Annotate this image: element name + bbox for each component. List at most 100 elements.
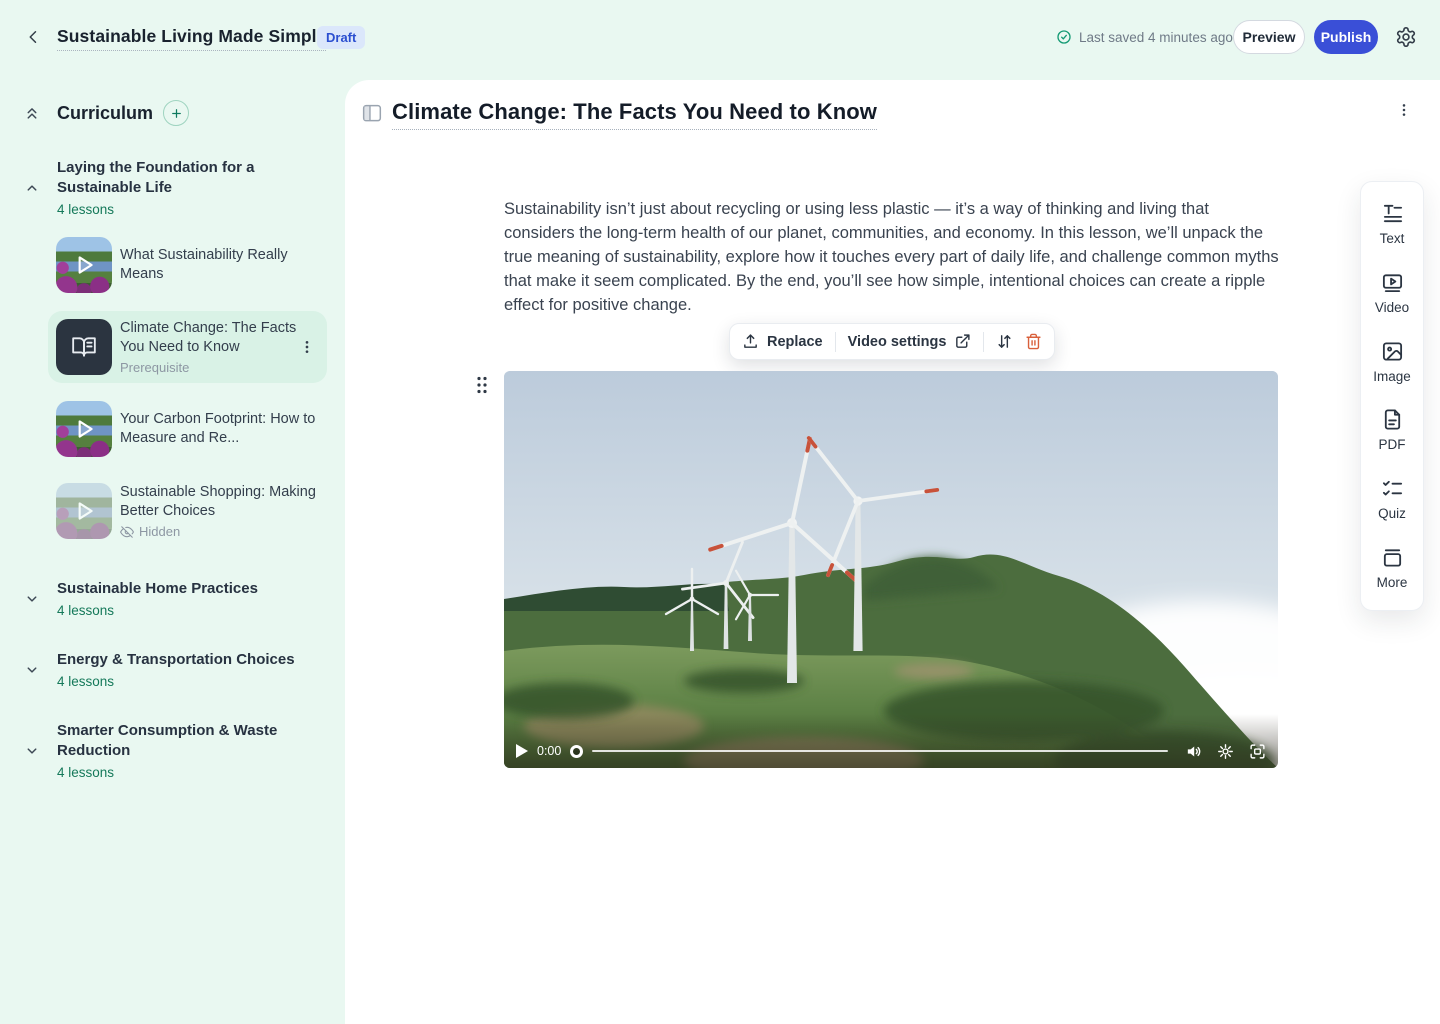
settings-gear-icon[interactable] (1395, 26, 1417, 48)
kebab-icon (299, 339, 315, 355)
preview-button[interactable]: Preview (1233, 20, 1305, 54)
hidden-text: Hidden (139, 524, 180, 539)
lesson-title: What Sustainability Really Means (120, 246, 319, 284)
text-block-icon (1381, 202, 1404, 225)
chevron-up-icon (23, 179, 41, 197)
play-icon (71, 498, 97, 524)
section-header-4[interactable]: Smarter Consumption & Waste Reduction 4 … (0, 721, 345, 780)
lesson-video-thumbnail (56, 401, 112, 457)
chevron-down-icon (23, 590, 41, 608)
insert-more-label: More (1377, 575, 1408, 590)
play-button[interactable] (516, 744, 528, 758)
play-icon (71, 252, 97, 278)
eye-off-icon (120, 525, 134, 539)
section-header-1[interactable]: Laying the Foundation for a Sustainable … (0, 158, 345, 217)
video-block-icon (1381, 271, 1404, 294)
image-block-icon (1381, 340, 1404, 363)
lesson-title: Climate Change: The Facts You Need to Kn… (120, 319, 299, 357)
check-circle-icon (1056, 29, 1072, 45)
lesson-intro-paragraph[interactable]: Sustainability isn’t just about recyclin… (504, 197, 1280, 317)
player-settings-icon[interactable] (1217, 743, 1234, 760)
insert-image-button[interactable]: Image (1361, 340, 1423, 384)
insert-quiz-button[interactable]: Quiz (1361, 477, 1423, 521)
lesson-title: Your Carbon Footprint: How to Measure an… (120, 410, 319, 448)
last-saved-text: Last saved 4 minutes ago (1079, 30, 1233, 45)
lesson-list: What Sustainability Really Means Climate… (0, 229, 345, 547)
publish-button[interactable]: Publish (1314, 20, 1378, 54)
quiz-checklist-icon (1381, 477, 1404, 500)
course-title[interactable]: Sustainable Living Made Simple (57, 26, 326, 51)
toggle-sidebar-icon[interactable] (362, 104, 382, 122)
chevron-left-icon (25, 28, 43, 46)
insert-video-button[interactable]: Video (1361, 271, 1423, 315)
section-lesson-count: 4 lessons (57, 202, 297, 217)
chevron-down-icon (23, 742, 41, 760)
divider (983, 332, 984, 352)
curriculum-section: Smarter Consumption & Waste Reduction 4 … (0, 721, 345, 780)
insert-quiz-label: Quiz (1378, 506, 1406, 521)
book-open-icon (71, 334, 97, 360)
volume-icon[interactable] (1185, 743, 1202, 760)
insert-video-label: Video (1375, 300, 1409, 315)
insert-text-button[interactable]: Text (1361, 202, 1423, 246)
insert-more-button[interactable]: More (1361, 546, 1423, 590)
section-title: Smarter Consumption & Waste Reduction (57, 721, 297, 761)
lesson-hidden-label: Hidden (120, 524, 319, 539)
insert-pdf-label: PDF (1379, 437, 1406, 452)
section-header-2[interactable]: Sustainable Home Practices 4 lessons (0, 579, 345, 618)
fullscreen-icon[interactable] (1249, 743, 1266, 760)
curriculum-section: Laying the Foundation for a Sustainable … (0, 158, 345, 547)
section-header-3[interactable]: Energy & Transportation Choices 4 lesson… (0, 650, 345, 689)
lesson-item-sustainable-shopping[interactable]: Sustainable Shopping: Making Better Choi… (48, 475, 327, 547)
pdf-block-icon (1381, 408, 1404, 431)
video-controls-bar: 0:00 (504, 714, 1278, 768)
lesson-prerequisite-label: Prerequisite (120, 360, 299, 375)
curriculum-header: Curriculum (0, 100, 345, 126)
lesson-options-menu[interactable] (1396, 102, 1412, 120)
section-lesson-count: 4 lessons (57, 603, 297, 618)
seek-bar[interactable] (592, 750, 1168, 753)
divider (835, 332, 836, 352)
lesson-title: Sustainable Shopping: Making Better Choi… (120, 483, 319, 521)
move-block-button[interactable] (996, 333, 1013, 350)
top-bar: Sustainable Living Made Simple Draft Las… (0, 0, 1440, 74)
lesson-kebab-menu[interactable] (299, 339, 315, 355)
lesson-item-carbon-footprint[interactable]: Your Carbon Footprint: How to Measure an… (48, 393, 327, 465)
last-saved-status: Last saved 4 minutes ago (1056, 29, 1233, 45)
collapse-all-icon[interactable] (23, 104, 41, 122)
seek-handle[interactable] (570, 745, 583, 758)
section-lesson-count: 4 lessons (57, 674, 297, 689)
more-blocks-icon (1381, 546, 1404, 569)
video-settings-button[interactable]: Video settings (848, 333, 972, 350)
video-player[interactable]: 0:00 (504, 371, 1278, 768)
curriculum-title: Curriculum (57, 103, 153, 124)
curriculum-section: Energy & Transportation Choices 4 lesson… (0, 650, 345, 689)
external-link-icon (954, 333, 971, 350)
section-lesson-count: 4 lessons (57, 765, 297, 780)
lesson-video-thumbnail-hidden (56, 483, 112, 539)
replace-button[interactable]: Replace (742, 333, 823, 350)
add-section-button[interactable] (163, 100, 189, 126)
insert-image-label: Image (1373, 369, 1411, 384)
trash-icon (1025, 333, 1042, 350)
back-button[interactable] (24, 27, 44, 47)
section-title: Sustainable Home Practices (57, 579, 297, 599)
insert-pdf-button[interactable]: PDF (1361, 408, 1423, 452)
curriculum-section: Sustainable Home Practices 4 lessons (0, 579, 345, 618)
lesson-reading-thumbnail (56, 319, 112, 375)
insert-block-panel: Text Video Image PDF Quiz More (1360, 181, 1424, 611)
lesson-editor-panel: Climate Change: The Facts You Need to Kn… (345, 80, 1440, 1024)
section-title: Energy & Transportation Choices (57, 650, 297, 670)
video-settings-label: Video settings (848, 334, 947, 350)
block-drag-handle-icon[interactable] (476, 376, 488, 394)
delete-block-button[interactable] (1025, 333, 1042, 350)
lesson-video-thumbnail (56, 237, 112, 293)
video-block-toolbar: Replace Video settings (729, 323, 1055, 360)
video-timestamp: 0:00 (537, 744, 561, 758)
lesson-item-climate-change[interactable]: Climate Change: The Facts You Need to Kn… (48, 311, 327, 383)
plus-icon (169, 106, 184, 121)
lesson-page-title[interactable]: Climate Change: The Facts You Need to Kn… (392, 99, 877, 130)
replace-label: Replace (767, 334, 823, 350)
lesson-item-what-sustainability[interactable]: What Sustainability Really Means (48, 229, 327, 301)
play-icon (71, 416, 97, 442)
